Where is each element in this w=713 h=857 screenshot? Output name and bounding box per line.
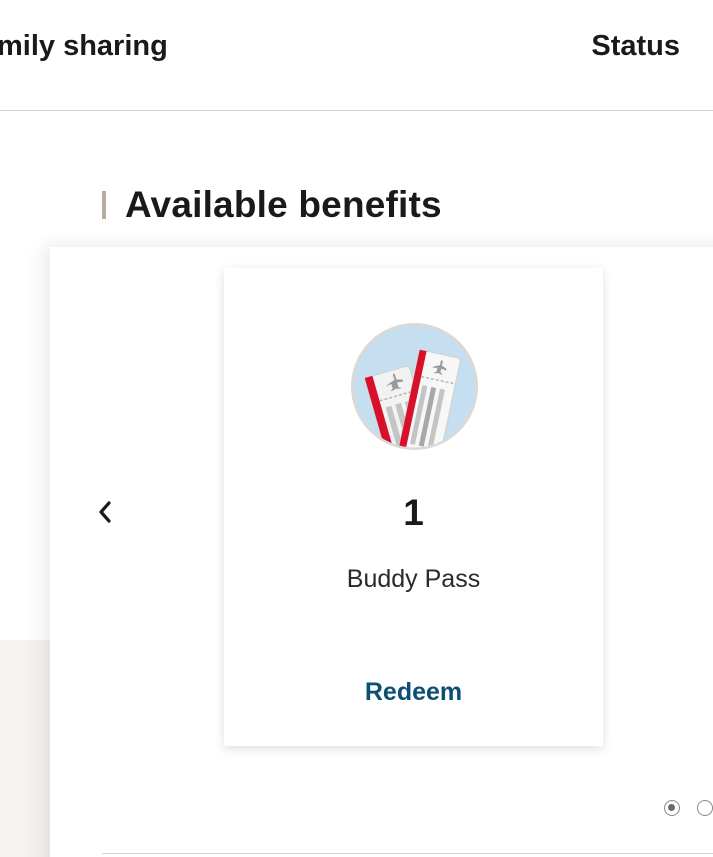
- page-title: Available benefits: [125, 184, 442, 225]
- tickets-icon: [351, 323, 478, 450]
- carousel-prev-button[interactable]: [94, 497, 118, 527]
- carousel-pagination: [664, 800, 713, 816]
- nav-status[interactable]: Status: [591, 30, 680, 63]
- benefit-card: 1 Buddy Pass Redeem: [224, 268, 603, 746]
- carousel-dot-1[interactable]: [664, 800, 680, 816]
- background-strip: [0, 640, 50, 857]
- carousel-dot-2[interactable]: [697, 800, 713, 816]
- nav-family-sharing[interactable]: mily sharing: [0, 30, 168, 63]
- heading-accent-bar: [102, 191, 106, 219]
- redeem-link[interactable]: Redeem: [224, 678, 603, 707]
- chevron-left-icon: [99, 501, 111, 523]
- top-navigation: mily sharing Status: [0, 0, 713, 111]
- benefit-count: 1: [403, 492, 424, 533]
- section-heading: Available benefits: [102, 183, 442, 227]
- benefit-name: Buddy Pass: [346, 565, 481, 593]
- divider: [102, 853, 713, 854]
